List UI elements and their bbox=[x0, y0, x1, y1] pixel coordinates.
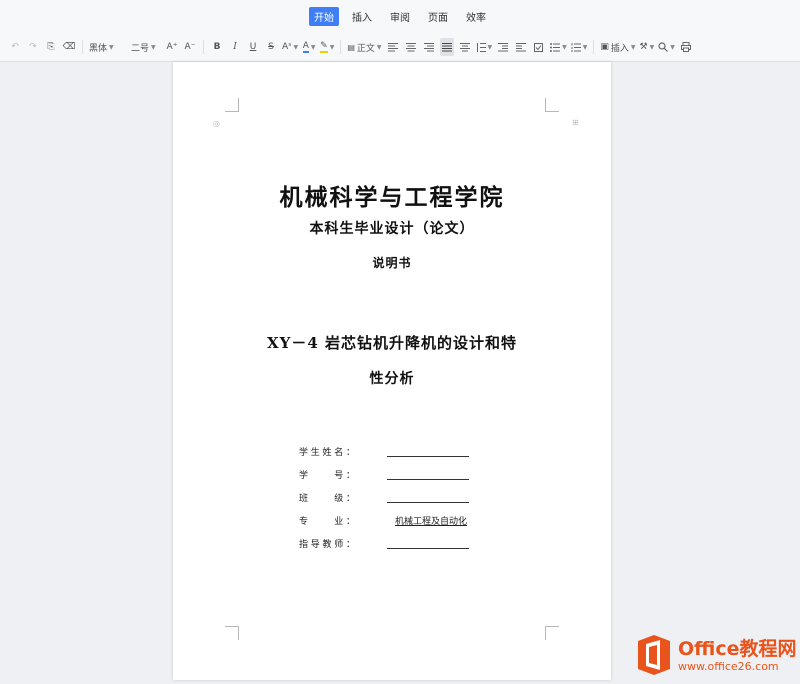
insert-label: 插入 bbox=[610, 43, 629, 54]
distributed-align-icon[interactable] bbox=[458, 38, 472, 56]
underline-button[interactable]: U bbox=[246, 38, 260, 56]
highlight-icon: ✎ bbox=[320, 41, 328, 53]
chevron-down-icon: ▼ bbox=[582, 43, 588, 51]
chevron-down-icon: ▼ bbox=[487, 43, 493, 51]
font-color-button[interactable]: A ▼ bbox=[302, 38, 316, 56]
school-name: 机械科学与工程学院 bbox=[279, 184, 505, 211]
bold-button[interactable]: B bbox=[210, 38, 224, 56]
superscript-label: Aˢ bbox=[282, 42, 292, 52]
margin-corner-top-left bbox=[225, 98, 239, 112]
field-student-id: 学 号： bbox=[299, 468, 499, 482]
indent-decrease-icon[interactable] bbox=[496, 38, 510, 56]
field-advisor: 指导教师： bbox=[299, 537, 499, 551]
formatting-toolbar: ↶ ↷ ⎘ ⌫ 黑体 ▼ 二号 ▼ A⁺ A⁻ B I U S Aˢ ▼ A ▼ ✎ ▼ … bbox=[0, 33, 800, 62]
chevron-down-icon: ▼ bbox=[630, 43, 636, 51]
indent-increase-icon[interactable] bbox=[514, 38, 528, 56]
grow-font-icon[interactable]: A⁺ bbox=[165, 38, 179, 56]
superscript-button[interactable]: Aˢ ▼ bbox=[282, 38, 298, 56]
tab-review[interactable]: 审阅 bbox=[385, 7, 415, 26]
field-major: 专 业： 机械工程及自动化 bbox=[299, 514, 499, 528]
chevron-down-icon: ▼ bbox=[310, 43, 316, 51]
document-subtitle: 本科生毕业设计（论文） bbox=[309, 221, 475, 237]
field-value[interactable] bbox=[387, 468, 469, 480]
watermark-url: www.office26.com bbox=[678, 660, 779, 673]
insert-button[interactable]: ▣ 插入 ▼ bbox=[600, 38, 635, 56]
field-label: 指导教师： bbox=[299, 540, 355, 550]
field-value[interactable]: 机械工程及自动化 bbox=[381, 514, 481, 527]
thesis-title-line-1: XY－4 岩芯钻机升降机的设计和特 bbox=[266, 334, 517, 352]
font-name-select[interactable]: 黑体 ▼ bbox=[89, 38, 127, 56]
font-size-select[interactable]: 二号 ▼ bbox=[131, 38, 161, 56]
wrench-icon: ⚒ bbox=[639, 42, 648, 52]
chevron-down-icon: ▼ bbox=[293, 43, 299, 51]
toolbar-divider bbox=[593, 40, 595, 54]
align-left-icon[interactable] bbox=[386, 38, 400, 56]
undo-icon[interactable]: ↶ bbox=[8, 38, 22, 56]
field-label: 班 级： bbox=[299, 494, 355, 504]
margin-corner-bottom-right bbox=[545, 626, 559, 640]
tab-start[interactable]: 开始 bbox=[309, 7, 339, 26]
tools-icon[interactable]: ⚒ ▼ bbox=[640, 38, 655, 56]
tab-insert[interactable]: 插入 bbox=[347, 7, 377, 26]
align-center-icon[interactable] bbox=[404, 38, 418, 56]
numbered-list-icon[interactable]: ▼ bbox=[571, 38, 588, 56]
chevron-down-icon: ▼ bbox=[562, 43, 567, 51]
navigation-marker-icon[interactable]: ◎ bbox=[213, 119, 220, 128]
chevron-down-icon: ▼ bbox=[151, 43, 156, 51]
style-name-value: 正文 bbox=[356, 43, 375, 54]
field-value[interactable] bbox=[387, 445, 469, 457]
document-description: 说明书 bbox=[372, 256, 412, 270]
field-class: 班 级： bbox=[299, 491, 499, 505]
field-value[interactable] bbox=[387, 491, 469, 503]
highlight-button[interactable]: ✎ ▼ bbox=[320, 38, 334, 56]
chevron-down-icon: ▼ bbox=[670, 43, 675, 51]
chevron-down-icon: ▼ bbox=[376, 43, 382, 51]
site-watermark: Office教程网 www.office26.com bbox=[634, 630, 800, 680]
bullet-list-icon[interactable]: ▼ bbox=[550, 38, 567, 56]
margin-corner-top-right bbox=[545, 98, 559, 112]
field-student-name: 学生姓名： bbox=[299, 445, 499, 459]
align-justify-icon[interactable] bbox=[439, 38, 454, 56]
field-label: 专 业： bbox=[299, 517, 355, 527]
format-painter-icon[interactable]: ⎘ bbox=[44, 38, 58, 56]
field-label: 学生姓名： bbox=[299, 448, 355, 458]
watermark-brand: Office教程网 bbox=[678, 638, 797, 660]
office-logo-icon bbox=[638, 635, 670, 675]
tab-page[interactable]: 页面 bbox=[423, 7, 453, 26]
style-icon: ▤ bbox=[347, 42, 355, 52]
italic-button[interactable]: I bbox=[228, 38, 242, 56]
align-right-icon[interactable] bbox=[422, 38, 436, 56]
line-spacing-icon[interactable]: ▼ bbox=[476, 38, 493, 56]
shrink-font-icon[interactable]: A⁻ bbox=[183, 38, 197, 56]
strikethrough-button[interactable]: S bbox=[264, 38, 278, 56]
font-size-value: 二号 bbox=[131, 43, 150, 54]
comment-marker-icon[interactable]: ⊞ bbox=[572, 118, 579, 127]
toolbar-divider bbox=[82, 40, 83, 54]
margin-corner-bottom-left bbox=[225, 626, 239, 640]
document-page[interactable]: ◎ ⊞ 机械科学与工程学院 本科生毕业设计（论文） 说明书 XY－4 岩芯钻机升… bbox=[173, 62, 611, 680]
style-select[interactable]: ▤ 正文 ▼ bbox=[347, 38, 381, 56]
field-value[interactable] bbox=[387, 537, 469, 549]
font-name-value: 黑体 bbox=[89, 43, 108, 54]
thesis-title-line-2: 性分析 bbox=[369, 371, 415, 387]
search-icon[interactable]: ▼ bbox=[658, 38, 675, 56]
tab-efficiency[interactable]: 效率 bbox=[461, 7, 491, 26]
checklist-icon[interactable] bbox=[532, 38, 546, 56]
print-icon[interactable] bbox=[679, 38, 693, 56]
image-icon: ▣ bbox=[600, 42, 609, 52]
chevron-down-icon: ▼ bbox=[329, 43, 335, 51]
field-label: 学 号： bbox=[299, 471, 355, 481]
font-color-label: A bbox=[302, 41, 309, 53]
redo-icon[interactable]: ↷ bbox=[26, 38, 40, 56]
chevron-down-icon: ▼ bbox=[109, 43, 114, 51]
toolbar-divider bbox=[340, 40, 342, 54]
chevron-down-icon: ▼ bbox=[649, 43, 655, 51]
menu-bar: 开始 插入 审阅 页面 效率 bbox=[0, 0, 800, 33]
clear-format-icon[interactable]: ⌫ bbox=[62, 38, 76, 56]
toolbar-divider bbox=[203, 40, 204, 54]
